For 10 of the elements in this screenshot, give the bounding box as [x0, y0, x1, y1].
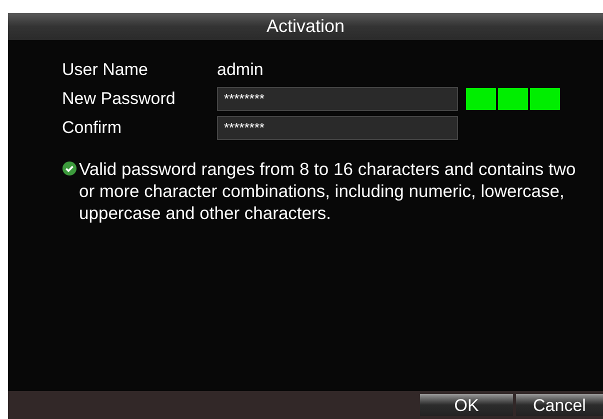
dialog-button[interactable]: Cancel — [516, 394, 603, 416]
password-rules-note: Valid password ranges from 8 to 16 characters and contains two or more character combinations, including numeric, lowercase, uppercase and other characters. — [79, 158, 577, 224]
password-field[interactable]: ******** — [217, 86, 458, 110]
window-title: Activation — [8, 13, 603, 40]
user-name-value: admin — [217, 59, 264, 82]
field-label: User Name — [62, 59, 149, 82]
field-label: Confirm — [62, 116, 123, 139]
dialog-button[interactable]: OK — [420, 394, 513, 416]
confirm-password-field[interactable]: ******** — [217, 116, 458, 140]
field-label: New Password — [62, 88, 176, 110]
